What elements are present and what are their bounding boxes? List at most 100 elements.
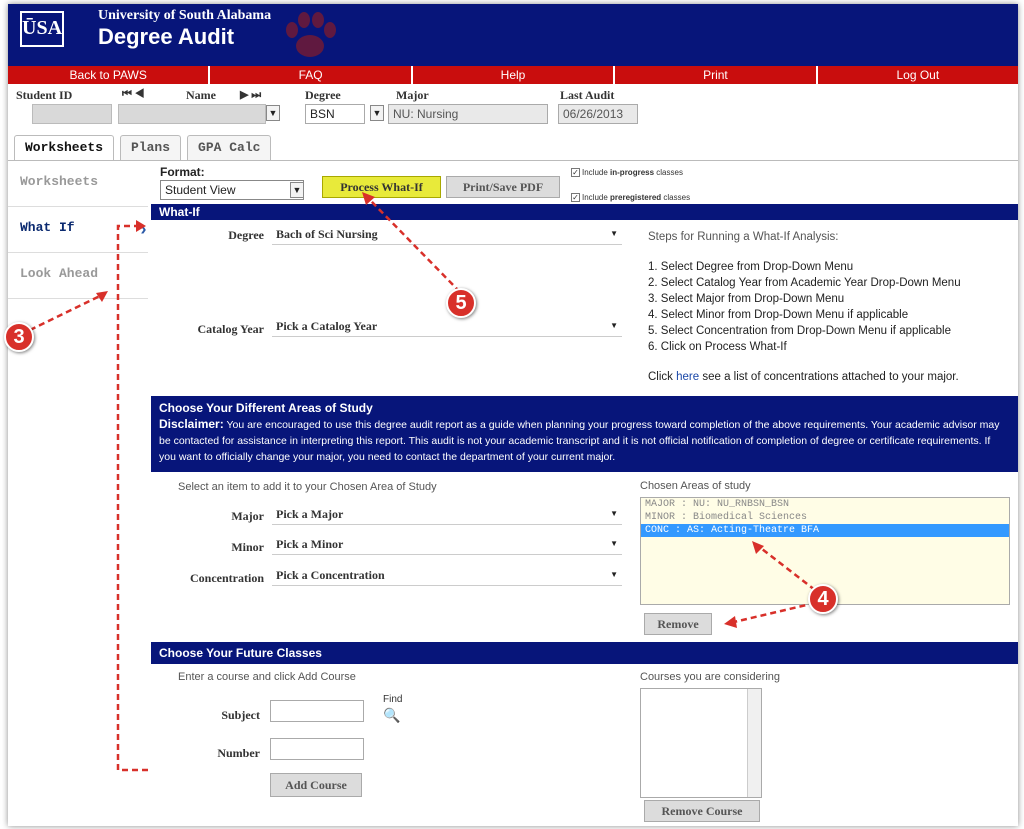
- nav-faq[interactable]: FAQ: [210, 66, 413, 84]
- chosen-areas-title: Chosen Areas of study: [640, 480, 751, 492]
- number-input[interactable]: [270, 738, 364, 760]
- areas-header: Choose Your Different Areas of Study: [159, 401, 373, 415]
- tab-gpa-calc[interactable]: GPA Calc: [187, 135, 272, 161]
- last-audit-label: Last Audit: [560, 88, 615, 102]
- sidebar-item-label: Worksheets: [20, 174, 99, 189]
- step-item: 6. Click on Process What-If: [648, 341, 787, 353]
- print-save-pdf-button[interactable]: Print/Save PDF: [446, 176, 560, 198]
- app-title: Degree Audit: [98, 24, 235, 49]
- step-item: 1. Select Degree from Drop-Down Menu: [648, 261, 854, 273]
- remove-button[interactable]: Remove: [644, 613, 712, 635]
- student-name-select[interactable]: [118, 104, 266, 124]
- degree-dropdown[interactable]: Bach of Sci Nursing ▼: [272, 225, 622, 245]
- major-field: NU: Nursing: [388, 104, 548, 124]
- catalog-year-dropdown[interactable]: Pick a Catalog Year ▼: [272, 317, 622, 337]
- format-select[interactable]: Student View: [160, 180, 304, 200]
- chevron-down-icon[interactable]: ▼: [266, 105, 280, 121]
- university-logo: ŪSA: [20, 11, 64, 47]
- sidebar-item-label: Look Ahead: [20, 266, 99, 281]
- subject-input[interactable]: [270, 700, 364, 722]
- chevron-down-icon: ▼: [610, 570, 618, 579]
- what-if-instructions: Steps for Running a What-If Analysis: 1.…: [648, 229, 1018, 385]
- concentrations-link[interactable]: here: [676, 371, 699, 383]
- annotation-badge-3: 3: [4, 322, 34, 352]
- areas-of-study-panel: Choose Your Different Areas of Study Dis…: [151, 396, 1018, 472]
- remove-course-button[interactable]: Remove Course: [644, 800, 760, 822]
- sidebar-item-label: What If: [20, 220, 75, 235]
- last-audit-value: 06/26/2013: [558, 104, 638, 124]
- find-label[interactable]: Find: [383, 694, 402, 705]
- number-label: Number: [217, 746, 260, 760]
- include-inprogress-checkbox[interactable]: ✓ Include in-progress classes: [571, 168, 683, 178]
- note-post: see a list of concentrations attached to…: [699, 371, 959, 383]
- chevron-down-icon: ▼: [610, 539, 618, 548]
- list-item[interactable]: CONC : AS: Acting-Theatre BFA: [641, 524, 1009, 537]
- courses-considering-list[interactable]: [640, 688, 762, 798]
- prereg-bold: preregistered: [610, 193, 662, 202]
- nav-back-to-paws[interactable]: Back to PAWS: [8, 66, 211, 84]
- nav-log-out[interactable]: Log Out: [817, 66, 1018, 84]
- disclaimer-text: You are encouraged to use this degree au…: [159, 419, 1000, 463]
- catalog-year-label: Catalog Year: [197, 322, 264, 336]
- concentration-label: Concentration: [190, 571, 264, 585]
- degree-label: Degree: [305, 88, 341, 102]
- student-info-bar: Student ID ⏮ ◀ Name ▶ ⏭ ▼ Degree BSN ▼ M…: [8, 84, 1018, 132]
- format-label: Format:: [160, 165, 205, 179]
- degree-dropdown-value: Bach of Sci Nursing: [276, 227, 378, 241]
- steps-title: Steps for Running a What-If Analysis:: [648, 231, 839, 243]
- what-if-header: What-If: [151, 204, 1018, 220]
- sidebar-item-worksheets[interactable]: Worksheets: [8, 161, 148, 207]
- list-item[interactable]: MINOR : Biomedical Sciences: [641, 511, 1009, 524]
- scrollbar[interactable]: [747, 689, 761, 797]
- nav-help[interactable]: Help: [412, 66, 616, 84]
- major-label: Major: [396, 88, 429, 102]
- find-search-icon[interactable]: 🔍: [383, 707, 400, 724]
- inprogress-post: classes: [654, 168, 683, 177]
- checkmark-icon[interactable]: ✓: [571, 168, 580, 178]
- future-classes-header: Choose Your Future Classes: [151, 642, 1018, 664]
- tab-bar: Worksheets Plans GPA Calc: [14, 135, 277, 161]
- prereg-post: classes: [661, 193, 691, 202]
- first-record-icon[interactable]: ⏮ ◀: [122, 88, 144, 101]
- considering-title: Courses you are considering: [640, 671, 781, 683]
- name-label: Name: [186, 88, 216, 102]
- list-item[interactable]: MAJOR : NU: NU_RNBSN_BSN: [641, 498, 1009, 511]
- chevron-down-icon: ▼: [610, 509, 618, 518]
- degree-label: Degree: [228, 228, 264, 242]
- chevron-down-icon[interactable]: ▼: [370, 105, 384, 121]
- tab-divider: [8, 160, 1018, 161]
- concentration-dropdown-value: Pick a Concentration: [276, 568, 385, 582]
- sidebar: Worksheets What If › Look Ahead: [8, 161, 149, 821]
- chevron-down-icon: ▼: [610, 321, 618, 330]
- add-course-button[interactable]: Add Course: [270, 773, 362, 797]
- subject-label: Subject: [221, 708, 260, 722]
- note-pre: Click: [648, 371, 677, 383]
- chevron-down-icon[interactable]: ▼: [290, 182, 304, 198]
- degree-select[interactable]: BSN: [305, 104, 365, 124]
- disclaimer-label: Disclaimer:: [159, 417, 224, 431]
- checkmark-icon[interactable]: ✓: [571, 193, 580, 203]
- step-item: 3. Select Major from Drop-Down Menu: [648, 293, 845, 305]
- process-what-if-button[interactable]: Process What-If: [322, 176, 441, 198]
- select-prompt: Select an item to add it to your Chosen …: [178, 481, 437, 493]
- course-prompt: Enter a course and click Add Course: [178, 671, 356, 683]
- inprogress-bold: in-progress: [610, 168, 655, 177]
- chevron-right-icon: ›: [138, 221, 149, 241]
- sidebar-item-what-if[interactable]: What If ›: [8, 207, 149, 253]
- sidebar-item-look-ahead[interactable]: Look Ahead: [8, 253, 148, 299]
- tab-worksheets[interactable]: Worksheets: [14, 135, 115, 161]
- header-banner: ŪSA University of South Alabama Degree A…: [8, 4, 1018, 66]
- next-record-icon[interactable]: ▶ ⏭: [240, 88, 261, 102]
- inprogress-pre: Include: [582, 168, 611, 177]
- minor-dropdown[interactable]: Pick a Minor ▼: [272, 535, 622, 555]
- paw-print-icon: [286, 12, 336, 57]
- include-preregistered-checkbox[interactable]: ✓ Include preregistered classes: [571, 193, 691, 203]
- major-dropdown[interactable]: Pick a Major ▼: [272, 505, 622, 525]
- concentration-dropdown[interactable]: Pick a Concentration ▼: [272, 566, 622, 586]
- app-window: ŪSA University of South Alabama Degree A…: [8, 4, 1018, 826]
- main-nav: Back to PAWS FAQ Help Print Log Out: [8, 66, 1018, 84]
- nav-print[interactable]: Print: [615, 66, 818, 84]
- tab-plans[interactable]: Plans: [120, 135, 182, 161]
- catalog-year-value: Pick a Catalog Year: [276, 319, 378, 333]
- student-id-value: [32, 104, 112, 124]
